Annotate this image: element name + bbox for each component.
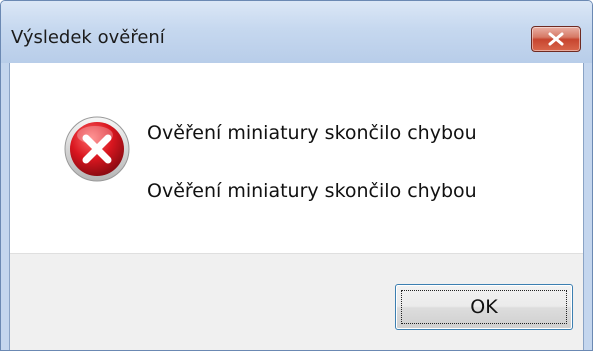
- close-button[interactable]: [531, 26, 581, 52]
- button-bar: OK: [10, 253, 583, 350]
- ok-button-label: OK: [401, 290, 567, 324]
- dialog-window: Výsledek ověření Ověření miniatury skonč…: [0, 0, 593, 351]
- close-icon: [548, 32, 564, 46]
- message-area: Ověření miniatury skončilo chybou Ověřen…: [10, 63, 583, 253]
- title-bar[interactable]: Výsledek ověření: [1, 1, 592, 63]
- error-message-line-2: Ověření miniatury skončilo chybou: [147, 180, 477, 202]
- ok-button[interactable]: OK: [395, 284, 573, 330]
- error-message-line-1: Ověření miniatury skončilo chybou: [147, 122, 477, 144]
- window-title: Výsledek ověření: [11, 27, 165, 48]
- dialog-client-area: Ověření miniatury skončilo chybou Ověřen…: [9, 63, 584, 350]
- error-icon: [64, 116, 130, 182]
